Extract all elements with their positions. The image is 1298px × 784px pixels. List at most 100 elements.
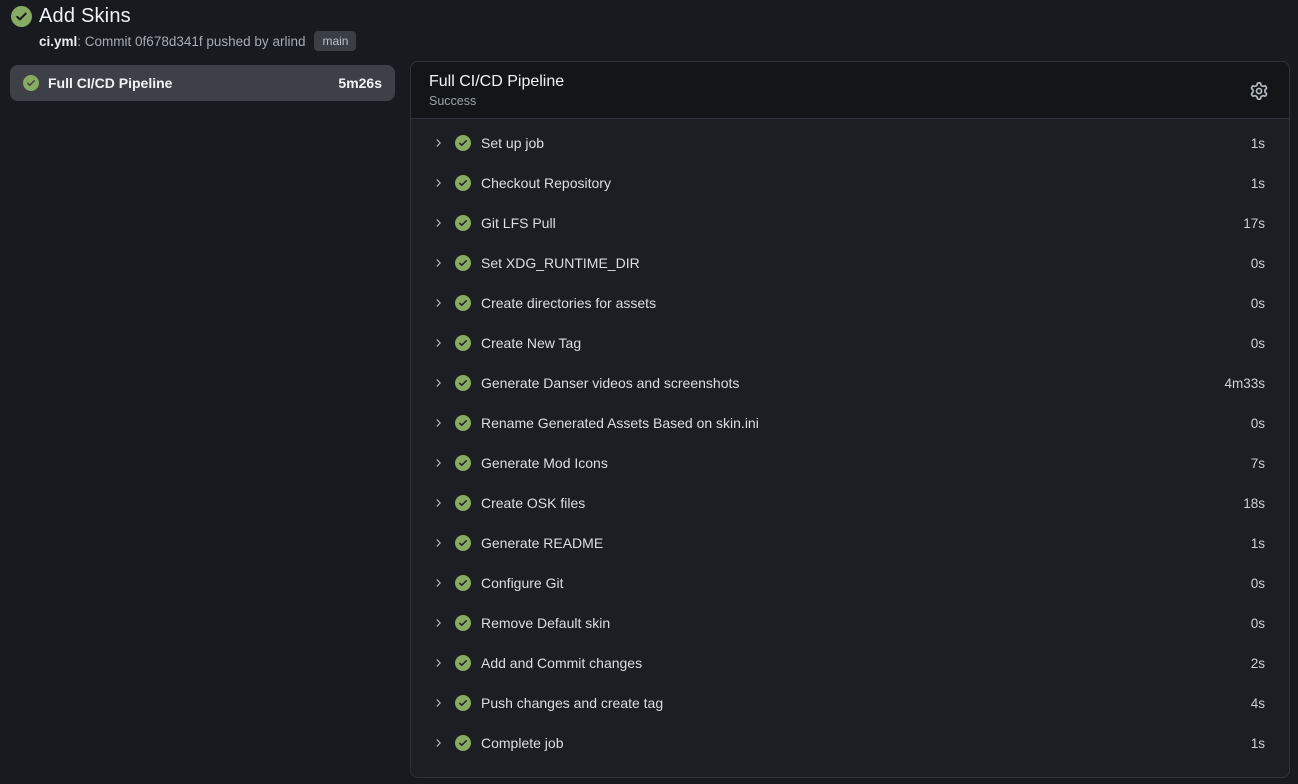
step-row[interactable]: Generate README 1s (411, 523, 1289, 563)
step-row[interactable]: Add and Commit changes 2s (411, 643, 1289, 683)
check-circle-icon (455, 575, 471, 591)
step-duration: 0s (1251, 576, 1265, 591)
chevron-right-icon[interactable] (432, 657, 444, 669)
branch-badge[interactable]: main (314, 31, 356, 51)
step-duration: 1s (1251, 736, 1265, 751)
step-duration: 0s (1251, 256, 1265, 271)
commit-summary: ci.yml: Commit 0f678d341f pushed by arli… (39, 34, 305, 49)
chevron-right-icon[interactable] (432, 297, 444, 309)
check-circle-icon (455, 175, 471, 191)
commit-prefix-text: : Commit (77, 34, 135, 49)
step-duration: 7s (1251, 456, 1265, 471)
step-row[interactable]: Checkout Repository 1s (411, 163, 1289, 203)
pushed-by-text: pushed by (203, 34, 273, 49)
step-row[interactable]: Rename Generated Assets Based on skin.in… (411, 403, 1289, 443)
step-duration: 1s (1251, 136, 1265, 151)
step-name: Complete job (481, 735, 1242, 751)
jobs-sidebar: Full CI/CD Pipeline 5m26s (10, 61, 395, 101)
step-name: Checkout Repository (481, 175, 1242, 191)
step-row[interactable]: Git LFS Pull 17s (411, 203, 1289, 243)
chevron-right-icon[interactable] (432, 737, 444, 749)
step-name: Configure Git (481, 575, 1242, 591)
step-row[interactable]: Remove Default skin 0s (411, 603, 1289, 643)
chevron-right-icon[interactable] (432, 617, 444, 629)
step-row[interactable]: Set up job 1s (411, 123, 1289, 163)
chevron-right-icon[interactable] (432, 177, 444, 189)
step-row[interactable]: Create directories for assets 0s (411, 283, 1289, 323)
steps-list: Set up job 1s Checkout Repository 1s (411, 119, 1289, 777)
chevron-right-icon[interactable] (432, 137, 444, 149)
check-circle-icon (455, 295, 471, 311)
check-circle-icon (455, 455, 471, 471)
run-subtitle: ci.yml: Commit 0f678d341f pushed by arli… (39, 31, 1288, 51)
chevron-right-icon[interactable] (432, 457, 444, 469)
step-name: Create New Tag (481, 335, 1242, 351)
check-circle-icon (455, 535, 471, 551)
job-name: Full CI/CD Pipeline (48, 75, 329, 91)
step-name: Set up job (481, 135, 1242, 151)
gear-icon[interactable] (1248, 80, 1270, 102)
check-circle-icon (455, 375, 471, 391)
check-circle-icon (455, 495, 471, 511)
step-row[interactable]: Generate Mod Icons 7s (411, 443, 1289, 483)
step-row[interactable]: Create OSK files 18s (411, 483, 1289, 523)
job-status-text: Success (429, 94, 1248, 108)
chevron-right-icon[interactable] (432, 577, 444, 589)
chevron-right-icon[interactable] (432, 257, 444, 269)
job-panel-title: Full CI/CD Pipeline (429, 73, 1248, 91)
chevron-right-icon[interactable] (432, 377, 444, 389)
step-name: Remove Default skin (481, 615, 1242, 631)
step-duration: 4m33s (1224, 376, 1265, 391)
job-duration: 5m26s (338, 75, 382, 91)
chevron-right-icon[interactable] (432, 217, 444, 229)
author-name[interactable]: arlind (272, 34, 305, 49)
check-circle-icon (23, 75, 39, 91)
check-circle-icon (11, 6, 32, 27)
commit-sha-link[interactable]: 0f678d341f (135, 34, 203, 49)
step-name: Generate README (481, 535, 1242, 551)
job-panel-header: Full CI/CD Pipeline Success (411, 62, 1289, 119)
step-duration: 4s (1251, 696, 1265, 711)
step-name: Push changes and create tag (481, 695, 1242, 711)
workflow-file-name: ci.yml (39, 34, 77, 49)
sidebar-job-item[interactable]: Full CI/CD Pipeline 5m26s (10, 65, 395, 101)
step-row[interactable]: Configure Git 0s (411, 563, 1289, 603)
step-duration: 0s (1251, 336, 1265, 351)
run-layout: Full CI/CD Pipeline 5m26s Full CI/CD Pip… (0, 61, 1298, 778)
step-row[interactable]: Push changes and create tag 4s (411, 683, 1289, 723)
chevron-right-icon[interactable] (432, 337, 444, 349)
chevron-right-icon[interactable] (432, 697, 444, 709)
chevron-right-icon[interactable] (432, 417, 444, 429)
run-header: Add Skins ci.yml: Commit 0f678d341f push… (0, 0, 1298, 51)
step-row[interactable]: Create New Tag 0s (411, 323, 1289, 363)
step-name: Add and Commit changes (481, 655, 1242, 671)
chevron-right-icon[interactable] (432, 537, 444, 549)
check-circle-icon (455, 255, 471, 271)
step-duration: 0s (1251, 616, 1265, 631)
step-duration: 0s (1251, 416, 1265, 431)
check-circle-icon (455, 415, 471, 431)
step-row[interactable]: Generate Danser videos and screenshots 4… (411, 363, 1289, 403)
check-circle-icon (455, 735, 471, 751)
step-name: Generate Danser videos and screenshots (481, 375, 1215, 391)
step-name: Git LFS Pull (481, 215, 1234, 231)
check-circle-icon (455, 335, 471, 351)
step-name: Create directories for assets (481, 295, 1242, 311)
step-name: Create OSK files (481, 495, 1234, 511)
step-name: Generate Mod Icons (481, 455, 1242, 471)
step-row[interactable]: Set XDG_RUNTIME_DIR 0s (411, 243, 1289, 283)
step-duration: 1s (1251, 176, 1265, 191)
step-duration: 17s (1243, 216, 1265, 231)
step-name: Rename Generated Assets Based on skin.in… (481, 415, 1242, 431)
step-name: Set XDG_RUNTIME_DIR (481, 255, 1242, 271)
check-circle-icon (455, 135, 471, 151)
check-circle-icon (455, 655, 471, 671)
run-title: Add Skins (39, 5, 131, 28)
chevron-right-icon[interactable] (432, 497, 444, 509)
step-duration: 1s (1251, 536, 1265, 551)
check-circle-icon (455, 215, 471, 231)
step-duration: 2s (1251, 656, 1265, 671)
step-duration: 0s (1251, 296, 1265, 311)
step-row[interactable]: Complete job 1s (411, 723, 1289, 763)
check-circle-icon (455, 615, 471, 631)
